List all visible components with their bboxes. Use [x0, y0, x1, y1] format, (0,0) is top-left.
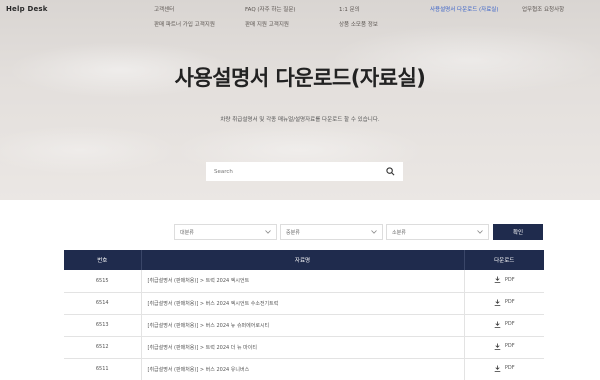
chevron-down-icon [265, 230, 271, 234]
nav-customer-center[interactable]: 고객센터 [154, 5, 174, 13]
search-placeholder: Search [214, 168, 233, 175]
nav-partner-support[interactable]: 판매 파트너 가입 고객지원 [154, 20, 215, 28]
nav-faq[interactable]: FAQ (자주 하는 질문) [245, 5, 296, 13]
download-label: PDF [504, 365, 515, 371]
nav-manual-download[interactable]: 사용설명서 다운로드 (자료실) [430, 5, 499, 13]
nav-sales-support[interactable]: 판매 지원 고객지원 [245, 20, 289, 28]
table-row: 6513 [취급설명서 (판매처용)] > 버스 2024 뉴 슈퍼에어로시티 … [64, 314, 544, 337]
row-number: 6512 [64, 336, 142, 359]
confirm-button[interactable]: 확인 [493, 224, 543, 240]
download-icon [494, 364, 501, 372]
download-link[interactable]: PDF [494, 298, 515, 306]
row-number: 6511 [64, 358, 142, 380]
row-number: 6514 [64, 292, 142, 315]
page-subtitle: 차량 취급설명서 및 각종 매뉴얼/설명자료를 다운로드 할 수 있습니다. [220, 117, 380, 123]
brand-logo[interactable]: Help Desk [6, 5, 48, 13]
filter-label: 중분류 [286, 229, 300, 236]
filter-label: 소분류 [392, 229, 406, 236]
download-icon [494, 276, 501, 284]
download-link[interactable]: PDF [494, 276, 515, 284]
header-title: 자료명 [141, 250, 465, 270]
table-row: 6511 [취급설명서 (판매처용)] > 버스 2024 유니버스 PDF [64, 358, 544, 380]
download-label: PDF [504, 276, 515, 283]
nav-cooperation[interactable]: 업무협조 요청사항 [522, 5, 564, 13]
nav-inquiry[interactable]: 1:1 문의 [339, 5, 360, 13]
page-title: 사용설명서 다운로드(자료실) [174, 66, 426, 90]
row-title[interactable]: [취급설명서 (판매처용)] > 버스 2024 유니버스 [141, 358, 465, 380]
row-number: 6515 [64, 270, 142, 293]
search-icon[interactable] [386, 167, 395, 176]
row-title[interactable]: [취급설명서 (판매처용)] > 트럭 2024 엑시언트 [141, 270, 465, 293]
row-number: 6513 [64, 314, 142, 337]
download-icon [494, 342, 501, 350]
search-input[interactable]: Search [206, 162, 403, 181]
table-row: 6512 [취급설명서 (판매처용)] > 트럭 2024 더 뉴 마이티 PD… [64, 336, 544, 359]
row-title[interactable]: [취급설명서 (판매처용)] > 버스 2024 뉴 슈퍼에어로시티 [141, 314, 465, 337]
download-link[interactable]: PDF [494, 320, 515, 328]
header-download: 다운로드 [464, 250, 544, 270]
download-icon [494, 320, 501, 328]
download-link[interactable]: PDF [494, 364, 515, 372]
row-title[interactable]: [취급설명서 (판매처용)] > 버스 2024 엑시언트 수소전기트럭 [141, 292, 465, 315]
table-row: 6514 [취급설명서 (판매처용)] > 버스 2024 엑시언트 수소전기트… [64, 292, 544, 315]
filter-category-small[interactable]: 소분류 [386, 224, 489, 240]
download-link[interactable]: PDF [494, 342, 515, 350]
chevron-down-icon [371, 230, 377, 234]
manual-table: 번호 자료명 다운로드 6515 [취급설명서 (판매처용)] > 트럭 202… [64, 250, 544, 380]
download-label: PDF [504, 299, 515, 305]
filter-category-large[interactable]: 대분류 [174, 224, 277, 240]
nav-consumables[interactable]: 상품 소모품 정보 [339, 20, 378, 28]
row-title[interactable]: [취급설명서 (판매처용)] > 트럭 2024 더 뉴 마이티 [141, 336, 465, 359]
chevron-down-icon [477, 230, 483, 234]
download-icon [494, 298, 501, 306]
table-row: 6515 [취급설명서 (판매처용)] > 트럭 2024 엑시언트 PDF [64, 270, 544, 293]
filter-label: 대분류 [180, 229, 194, 236]
header-number: 번호 [64, 250, 142, 270]
filter-category-medium[interactable]: 중분류 [280, 224, 383, 240]
download-label: PDF [504, 321, 515, 327]
download-label: PDF [504, 343, 515, 349]
